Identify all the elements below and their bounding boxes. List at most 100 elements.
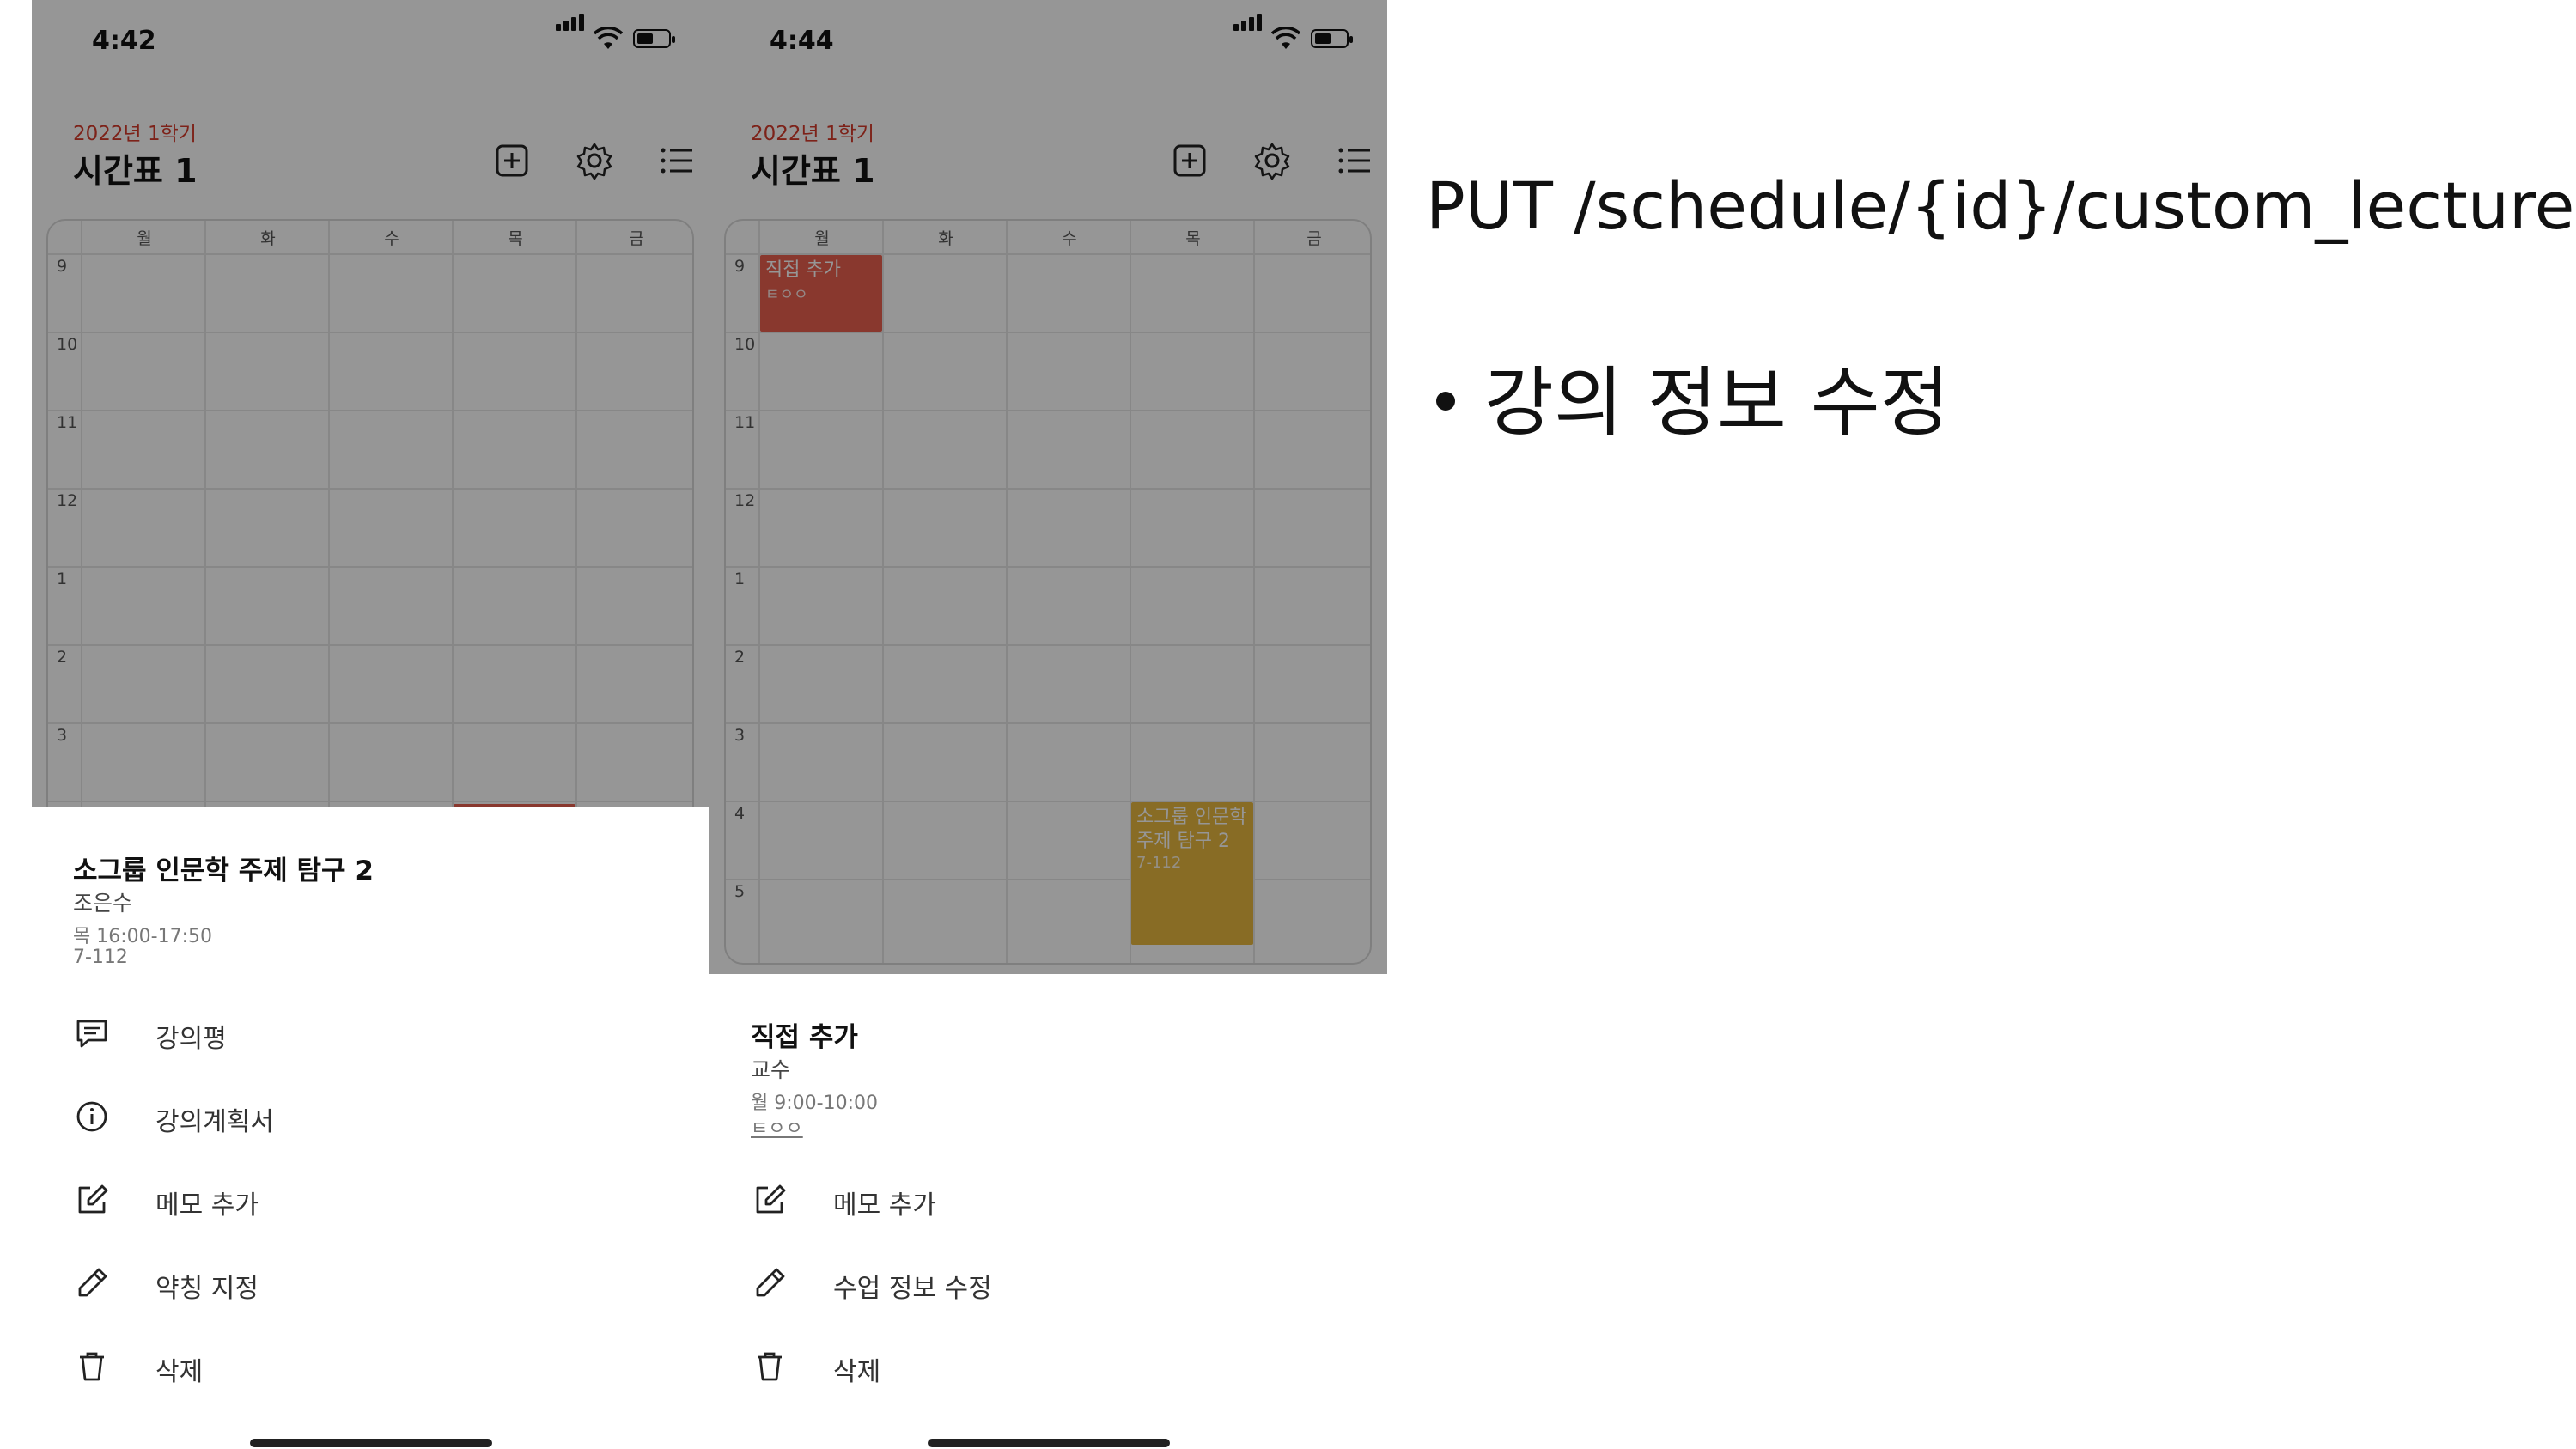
hour-label: 11 <box>734 413 756 432</box>
menu-label: 메모 추가 <box>833 1190 936 1221</box>
pencil-icon <box>78 1268 107 1297</box>
day-header-row: 월 화 수 목 금 <box>726 221 1370 253</box>
day-label: 목 <box>1185 229 1201 248</box>
menu-label: 강의평 <box>155 1024 227 1054</box>
menu-add-memo-button[interactable]: 메모 추가 <box>73 1170 674 1230</box>
slide: 4:42 2022년 1학기 시간표 1 월 화 수 목 금 9 10 11 1… <box>0 0 2576 1449</box>
settings-gear-icon[interactable] <box>1252 141 1292 180</box>
lecture-detail-sheet: 직접 추가 교수 월 9:00-10:00 ㅌㅇㅇ 메모 추가 수업 정보 수정… <box>709 974 1387 1449</box>
menu-syllabus-button[interactable]: 강의계획서 <box>73 1087 674 1147</box>
edit-icon <box>78 1184 108 1214</box>
block-title: 소그룹 인문학 주제 탐구 2 <box>1136 807 1247 852</box>
hour-label: 9 <box>734 257 746 276</box>
menu-add-memo-button[interactable]: 메모 추가 <box>751 1170 1352 1230</box>
day-label: 월 <box>814 229 830 248</box>
timetable-screen: 4:42 2022년 1학기 시간표 1 월 화 수 목 금 9 10 11 1… <box>32 0 709 965</box>
sheet-lecture-title: 직접 추가 <box>751 1022 858 1053</box>
semester-label: 2022년 1학기 <box>751 123 874 145</box>
sheet-room: ㅌㅇㅇ <box>751 1118 803 1140</box>
phone-screenshot-1: 4:42 2022년 1학기 시간표 1 월 화 수 목 금 9 10 11 1… <box>32 0 709 1449</box>
sheet-room: 7-112 <box>73 947 128 968</box>
comment-icon <box>76 1020 107 1048</box>
block-title: 직접 추가 <box>765 259 841 281</box>
timetable-header: 2022년 1학기 시간표 1 <box>73 117 692 194</box>
wifi-icon <box>594 27 623 49</box>
day-label: 수 <box>384 229 399 248</box>
home-indicator[interactable] <box>928 1439 1170 1447</box>
menu-delete-button[interactable]: 삭제 <box>73 1336 674 1397</box>
battery-icon <box>633 29 675 48</box>
block-sub: ㅌㅇㅇ <box>765 286 808 304</box>
phone-screenshot-2: 4:44 2022년 1학기 시간표 1 월 화 수 목 금 9 10 11 1… <box>709 0 1387 1449</box>
menu-label: 삭제 <box>155 1357 204 1387</box>
day-header-row: 월 화 수 목 금 <box>48 221 692 253</box>
list-icon[interactable] <box>1335 141 1374 180</box>
bullet-point: 강의 정보 수정 <box>1436 342 1950 451</box>
timetable-title: 시간표 1 <box>73 152 198 190</box>
status-bar: 4:44 <box>709 0 1387 86</box>
hour-label: 2 <box>57 648 68 667</box>
hour-label: 5 <box>734 882 746 901</box>
timetable-screen: 4:44 2022년 1학기 시간표 1 월 화 수 목 금 9 10 11 1… <box>709 0 1387 974</box>
timetable-grid: 월 화 수 목 금 9 10 11 12 1 2 3 4 5 직접 추가 ㅌㅇㅇ… <box>724 219 1372 965</box>
lecture-block-humanities[interactable]: 소그룹 인문학 주제 탐구 2 7-112 <box>1131 802 1253 945</box>
status-bar: 4:42 <box>32 0 709 86</box>
menu-edit-lecture-info-button[interactable]: 수업 정보 수정 <box>751 1253 1352 1313</box>
sheet-professor: 교수 <box>751 1057 791 1082</box>
bullet-text: 강의 정보 수정 <box>1484 358 1950 447</box>
battery-icon <box>1311 29 1353 48</box>
trash-icon <box>758 1352 782 1381</box>
hour-label: 1 <box>734 569 746 588</box>
day-label: 금 <box>629 229 644 248</box>
hour-label: 9 <box>57 257 68 276</box>
hour-label: 10 <box>57 335 78 354</box>
sheet-professor: 조은수 <box>73 891 133 916</box>
settings-gear-icon[interactable] <box>575 141 614 180</box>
day-label: 화 <box>938 229 953 248</box>
menu-label: 수업 정보 수정 <box>833 1274 992 1304</box>
day-label: 목 <box>508 229 523 248</box>
hour-label: 11 <box>57 413 78 432</box>
hour-label: 12 <box>734 491 756 510</box>
menu-label: 삭제 <box>833 1357 881 1387</box>
edit-icon <box>756 1184 786 1214</box>
api-endpoint-title: PUT /schedule/{id}/custom_lecture / <box>1426 167 2576 244</box>
timetable-header: 2022년 1학기 시간표 1 <box>751 117 1370 194</box>
info-icon <box>76 1101 107 1132</box>
hour-label: 4 <box>734 804 746 823</box>
wifi-icon <box>1271 27 1300 49</box>
list-icon[interactable] <box>657 141 697 180</box>
semester-label: 2022년 1학기 <box>73 123 197 145</box>
trash-icon <box>80 1352 104 1381</box>
menu-label: 메모 추가 <box>155 1190 259 1221</box>
lecture-detail-sheet: 소그룹 인문학 주제 탐구 2 조은수 목 16:00-17:50 7-112 … <box>32 807 709 1449</box>
add-lecture-icon[interactable] <box>492 141 532 180</box>
hour-label: 2 <box>734 648 746 667</box>
day-label: 수 <box>1062 229 1077 248</box>
menu-label: 강의계획서 <box>155 1107 274 1137</box>
status-time: 4:44 <box>770 26 834 56</box>
bullet-dot <box>1436 392 1455 411</box>
menu-review-button[interactable]: 강의평 <box>73 1003 674 1063</box>
hour-label: 12 <box>57 491 78 510</box>
lecture-block-custom[interactable]: 직접 추가 ㅌㅇㅇ <box>760 255 882 332</box>
add-lecture-icon[interactable] <box>1170 141 1209 180</box>
menu-delete-button[interactable]: 삭제 <box>751 1336 1352 1397</box>
hour-label: 1 <box>57 569 68 588</box>
menu-set-alias-button[interactable]: 약칭 지정 <box>73 1253 674 1313</box>
day-label: 금 <box>1306 229 1322 248</box>
sheet-time: 목 16:00-17:50 <box>73 926 212 947</box>
menu-label: 약칭 지정 <box>155 1274 259 1304</box>
day-label: 화 <box>260 229 276 248</box>
timetable-title: 시간표 1 <box>751 152 875 190</box>
day-label: 월 <box>137 229 152 248</box>
status-time: 4:42 <box>92 26 156 56</box>
home-indicator[interactable] <box>250 1439 492 1447</box>
hour-label: 10 <box>734 335 756 354</box>
pencil-icon <box>756 1268 785 1297</box>
block-sub: 7-112 <box>1136 854 1182 872</box>
hour-label: 3 <box>734 726 746 745</box>
sheet-time: 월 9:00-10:00 <box>751 1093 878 1114</box>
sheet-lecture-title: 소그룹 인문학 주제 탐구 2 <box>73 855 374 886</box>
hour-label: 3 <box>57 726 68 745</box>
